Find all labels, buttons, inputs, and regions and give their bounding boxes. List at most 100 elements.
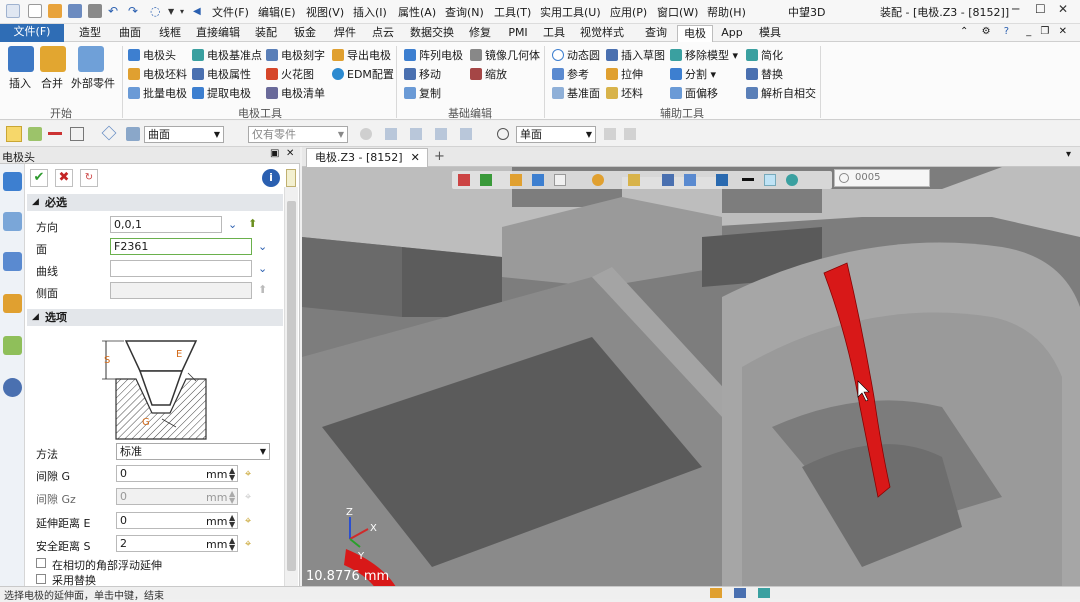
save-icon[interactable]	[68, 4, 82, 18]
ribbon-tab-9[interactable]: 数据交换	[404, 25, 460, 42]
filter-icon[interactable]	[126, 127, 140, 141]
status-icon[interactable]	[734, 588, 746, 598]
menu-item-0[interactable]: 文件(F)	[212, 4, 249, 20]
split-button[interactable]: 分割 ▾	[670, 67, 716, 83]
filter-combo[interactable]: 曲面 ▼	[144, 126, 224, 143]
history-tree-icon[interactable]	[3, 212, 22, 231]
ribbon-tab-10[interactable]: 修复	[462, 25, 498, 42]
view-orient-icon[interactable]	[458, 174, 470, 186]
doc-minimize-button[interactable]: _	[1026, 26, 1031, 37]
edm-config-button[interactable]: EDM配置	[332, 67, 394, 83]
menu-item-8[interactable]: 应用(P)	[610, 4, 647, 20]
cancel-button[interactable]: ✖	[55, 169, 73, 187]
scrollbar-thumb[interactable]	[287, 201, 296, 571]
ok-button[interactable]: ✔	[30, 169, 48, 187]
scope-combo[interactable]: 仅有零件 ▼	[248, 126, 348, 143]
merge-icon[interactable]	[40, 46, 66, 72]
material-icon[interactable]	[786, 174, 798, 186]
insert-button[interactable]: 插入	[4, 75, 36, 91]
extract-electrode-button[interactable]: 提取电极	[192, 86, 251, 102]
ribbon-tab-14[interactable]: 查询	[636, 25, 676, 42]
datum-plane-button[interactable]: 基准面	[552, 86, 600, 102]
section-required[interactable]: ◢ 必选	[27, 194, 283, 211]
gap-g-stepper[interactable]: ▲ ▼	[229, 467, 235, 482]
batch-electrode-button[interactable]: 批量电极	[128, 86, 187, 102]
electrode-engrave-button[interactable]: 电极刻字	[266, 48, 325, 64]
ribbon-tab-6[interactable]: 钣金	[286, 25, 324, 42]
status-icon[interactable]	[710, 588, 722, 598]
view-grid-icon[interactable]	[716, 174, 728, 186]
expand-down-icon[interactable]: ⌄	[228, 218, 237, 231]
assembly-icon[interactable]	[3, 172, 22, 191]
tab-close-icon[interactable]: ✕	[411, 151, 420, 164]
extend-e-measure-icon[interactable]: ⌖	[245, 514, 251, 528]
resolve-self-intersect-button[interactable]: 解析自相交	[746, 86, 816, 102]
menu-item-2[interactable]: 视图(V)	[306, 4, 344, 20]
simplify-button[interactable]: 简化	[746, 48, 783, 64]
view-wire-icon[interactable]	[554, 174, 566, 186]
ribbon-tab-17[interactable]: 模具	[752, 25, 788, 42]
extend-e-stepper[interactable]: ▲ ▼	[229, 514, 235, 529]
direction-pick-icon[interactable]: ⬆	[248, 217, 257, 230]
curve-field[interactable]	[110, 260, 252, 277]
view-layer-icon[interactable]	[684, 174, 696, 186]
electrode-datum-button[interactable]: 电极基准点	[192, 48, 262, 64]
section-options[interactable]: ◢ 选项	[27, 309, 283, 326]
dropdown-icon[interactable]: ▼	[168, 7, 174, 16]
panel-scrollbar[interactable]	[284, 187, 298, 587]
view-display-icon[interactable]	[662, 174, 674, 186]
snap-point-icon[interactable]	[385, 128, 397, 140]
menu-item-6[interactable]: 工具(T)	[494, 4, 531, 20]
print-icon[interactable]	[88, 4, 102, 18]
add-filter-icon[interactable]	[28, 127, 42, 141]
ribbon-tab-13[interactable]: 视觉样式	[572, 25, 632, 42]
tab-list-icon[interactable]: ▾	[1066, 149, 1071, 160]
gap-gz-measure-icon[interactable]: ⌖	[245, 490, 251, 504]
clock-icon[interactable]	[497, 128, 509, 140]
menu-item-9[interactable]: 窗口(W)	[657, 4, 698, 20]
maximize-button[interactable]: ☐	[1035, 2, 1046, 16]
new-file-icon[interactable]	[28, 4, 42, 18]
model-view[interactable]: Z X Y	[302, 167, 1080, 599]
view-axis-icon[interactable]	[480, 174, 492, 186]
remove-filter-icon[interactable]	[48, 132, 62, 135]
gap-g-measure-icon[interactable]: ⌖	[245, 467, 251, 481]
apply-button[interactable]: ↻	[80, 169, 98, 187]
ribbon-tab-12[interactable]: 工具	[537, 25, 571, 42]
redo-icon[interactable]: ↷	[128, 4, 138, 18]
external-part-icon[interactable]	[78, 46, 104, 72]
dynamic-circle-button[interactable]: 动态圆	[552, 48, 600, 64]
ribbon-tab-7[interactable]: 焊件	[326, 25, 364, 42]
ribbon-tab-3[interactable]: 线框	[150, 25, 190, 42]
side-pick-icon[interactable]: ⬆	[258, 283, 267, 296]
coordinate-readout[interactable]: 0005	[834, 169, 930, 187]
info-button[interactable]: i	[262, 169, 280, 187]
menu-item-1[interactable]: 编辑(E)	[258, 4, 296, 20]
chevron-up-icon[interactable]: ⌃	[960, 26, 968, 37]
view-mode-combo[interactable]: 单面 ▼	[516, 126, 596, 143]
menu-item-3[interactable]: 插入(I)	[353, 4, 387, 20]
ribbon-tab-1[interactable]: 造型	[70, 25, 110, 42]
side-face-field[interactable]	[110, 282, 252, 299]
array-electrode-button[interactable]: 阵列电极	[404, 48, 463, 64]
scale-button[interactable]: 缩放	[470, 67, 507, 83]
ribbon-tab-5[interactable]: 装配	[248, 25, 284, 42]
electrode-list-button[interactable]: 电极清单	[266, 86, 325, 102]
layer-icon[interactable]	[3, 252, 22, 271]
blank-stock-button[interactable]: 坯料	[606, 86, 643, 102]
color-swatch-icon[interactable]	[764, 174, 776, 186]
view-cube-icon[interactable]	[532, 174, 544, 186]
safe-s-stepper[interactable]: ▲ ▼	[229, 537, 235, 552]
remove-model-button[interactable]: 移除模型 ▾	[670, 48, 738, 64]
merge-button[interactable]: 合并	[36, 75, 68, 91]
face-field[interactable]: F2361	[110, 238, 252, 255]
panel-close-icon[interactable]: ✕	[286, 148, 294, 159]
view-section-icon[interactable]	[628, 174, 640, 186]
face-offset-button[interactable]: 面偏移	[670, 86, 718, 102]
external-part-button[interactable]: 外部零件	[68, 75, 118, 91]
extrude-button[interactable]: 拉伸	[606, 67, 643, 83]
pointer-icon[interactable]	[604, 128, 616, 140]
menu-item-7[interactable]: 实用工具(U)	[540, 4, 601, 20]
image-icon[interactable]	[3, 336, 22, 355]
replace-checkbox[interactable]	[36, 574, 46, 584]
